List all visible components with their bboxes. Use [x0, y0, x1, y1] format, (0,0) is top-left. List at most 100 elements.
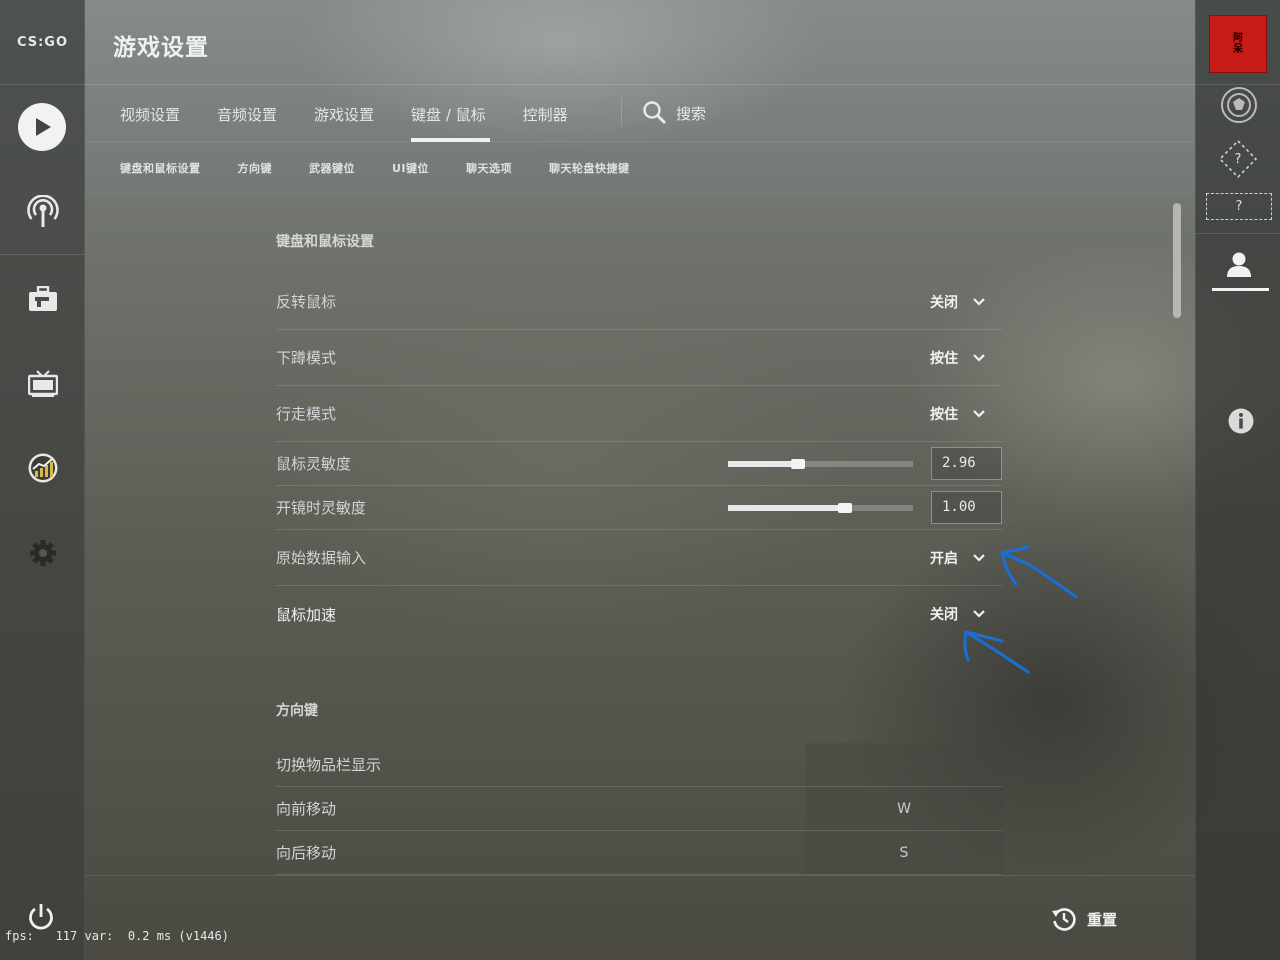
slider-fill	[728, 504, 845, 511]
tab-controller[interactable]: 控制器	[523, 86, 568, 142]
csgo-logo[interactable]: CS:GO	[0, 0, 85, 85]
power-icon	[29, 904, 53, 930]
briefcase-icon	[28, 286, 57, 311]
settings-content: 键盘和鼠标设置 反转鼠标 关闭 下蹲模式 按住 行走模式 按住 鼠标灵敏度 2.…	[85, 198, 1195, 875]
slider-fill	[728, 460, 799, 467]
tab-separator	[621, 97, 622, 127]
setting-row-zoom-sensitivity: 开镜时灵敏度 1.00	[276, 486, 1002, 530]
watch-button[interactable]	[0, 354, 85, 414]
setting-row-mouse-acceleration: 鼠标加速 关闭	[276, 586, 1002, 642]
info-button[interactable]	[1228, 408, 1254, 434]
search-label: 搜索	[676, 104, 707, 123]
stats-button[interactable]	[0, 438, 85, 498]
info-icon	[1228, 408, 1254, 434]
competitive-rank-button[interactable]: ?	[1218, 139, 1258, 179]
chevron-down-icon	[973, 297, 985, 306]
mouse-sensitivity-slider[interactable]	[728, 458, 913, 469]
dropdown-value: 按住	[930, 406, 958, 423]
tab-video[interactable]: 视频设置	[120, 86, 180, 142]
footer: 重置	[85, 875, 1195, 960]
keybind-row-move-forward[interactable]: 向前移动 W	[276, 787, 1002, 831]
avatar-text: 阿	[1233, 33, 1243, 44]
setting-label: 鼠标加速	[276, 605, 337, 624]
slider-handle[interactable]	[837, 502, 852, 513]
scrollbar[interactable]	[1173, 203, 1181, 318]
dropdown-value: 按住	[930, 350, 958, 367]
setting-label: 开镜时灵敏度	[276, 499, 367, 517]
chevron-down-icon	[973, 353, 985, 362]
tab-keyboard-mouse[interactable]: 键盘 / 鼠标	[411, 86, 490, 142]
key-binding-value[interactable]: S	[806, 845, 1002, 861]
walk-mode-dropdown[interactable]: 按住	[930, 386, 986, 441]
zoom-sensitivity-input[interactable]: 1.00	[931, 490, 1002, 524]
right-divider	[1196, 84, 1280, 85]
setting-row-mouse-sensitivity: 鼠标灵敏度 2.96	[276, 442, 1002, 486]
tab-game[interactable]: 游戏设置	[314, 86, 374, 142]
unranked-label: ?	[1234, 151, 1242, 167]
section-title-movement: 方向键	[276, 703, 318, 719]
zoom-sensitivity-slider[interactable]	[728, 502, 913, 513]
header-divider	[85, 84, 1195, 85]
subtab-weapon-keys[interactable]: 武器键位	[309, 160, 355, 176]
chevron-down-icon	[973, 553, 985, 562]
subtabs: 键盘和鼠标设置 方向键 武器键位 UI键位 聊天选项 聊天轮盘快捷键	[120, 160, 667, 176]
broadcast-button[interactable]	[0, 182, 85, 242]
setting-label: 鼠标灵敏度	[276, 455, 352, 473]
setting-row-walk-mode: 行走模式 按住	[276, 386, 1002, 442]
subtab-divider	[85, 141, 1195, 142]
wingman-rank-button[interactable]: ?	[1206, 193, 1272, 220]
chevron-down-icon	[973, 409, 985, 418]
dropdown-value: 关闭	[930, 607, 958, 623]
key-binding-value[interactable]: W	[806, 801, 1002, 817]
gear-icon	[29, 540, 56, 566]
setting-label: 反转鼠标	[276, 293, 337, 311]
inventory-button[interactable]	[0, 269, 85, 329]
friends-profile-button[interactable]	[1225, 250, 1253, 278]
dropdown-value: 开启	[930, 550, 958, 567]
page-title: 游戏设置	[113, 35, 209, 61]
avatar[interactable]: 阿 呆	[1209, 15, 1267, 73]
setting-label: 下蹲模式	[276, 349, 337, 367]
reset-button[interactable]: 重置	[1051, 906, 1117, 932]
setting-row-crouch-mode: 下蹲模式 按住	[276, 330, 1002, 386]
play-button[interactable]	[18, 103, 66, 151]
setting-label: 行走模式	[276, 405, 337, 423]
subtab-chat[interactable]: 聊天选项	[466, 160, 512, 176]
stats-chart-icon	[28, 453, 57, 483]
right-sidebar: 阿 呆 ? ?	[1195, 0, 1280, 960]
subtab-keyboard-mouse[interactable]: 键盘和鼠标设置	[120, 160, 201, 176]
setting-label: 向后移动	[276, 844, 337, 862]
search-button[interactable]: 搜索	[642, 100, 706, 126]
section-title-keyboard-mouse: 键盘和鼠标设置	[276, 234, 374, 250]
left-sidebar: CS:GO	[0, 0, 85, 960]
profile-rank-button[interactable]	[1220, 86, 1258, 124]
tv-icon	[27, 370, 58, 397]
crouch-mode-dropdown[interactable]: 按住	[930, 330, 986, 385]
subtab-movement[interactable]: 方向键	[238, 160, 273, 176]
sidebar-divider	[0, 254, 85, 255]
mouse-sensitivity-input[interactable]: 2.96	[931, 446, 1002, 480]
person-icon	[1227, 252, 1251, 277]
slider-handle[interactable]	[791, 458, 806, 469]
wingman-unranked-label: ?	[1235, 199, 1243, 214]
setting-label: 切换物品栏显示	[276, 756, 382, 774]
keybind-row-move-back[interactable]: 向后移动 S	[276, 831, 1002, 875]
settings-button[interactable]	[0, 523, 85, 583]
mouse-acceleration-dropdown[interactable]: 关闭	[930, 586, 986, 642]
right-divider	[1196, 233, 1280, 234]
subtab-ui-keys[interactable]: UI键位	[392, 160, 429, 176]
rank-emblem-icon	[1221, 87, 1257, 123]
broadcast-icon	[26, 195, 59, 227]
subtab-chat-wheel[interactable]: 聊天轮盘快捷键	[549, 160, 630, 176]
search-icon	[643, 101, 667, 125]
header: 游戏设置 视频设置 音频设置 游戏设置 键盘 / 鼠标 控制器 搜索 键盘和鼠标…	[85, 0, 1195, 198]
tab-audio[interactable]: 音频设置	[217, 86, 277, 142]
raw-input-dropdown[interactable]: 开启	[930, 530, 986, 585]
dropdown-value: 关闭	[930, 294, 958, 311]
setting-label: 向前移动	[276, 800, 337, 818]
setting-label: 原始数据输入	[276, 549, 367, 567]
keybind-row-toggle-inventory[interactable]: 切换物品栏显示	[276, 743, 1002, 787]
scrollbar-thumb[interactable]	[1173, 203, 1181, 318]
invert-mouse-dropdown[interactable]: 关闭	[930, 274, 986, 329]
history-reset-icon	[1052, 908, 1076, 931]
